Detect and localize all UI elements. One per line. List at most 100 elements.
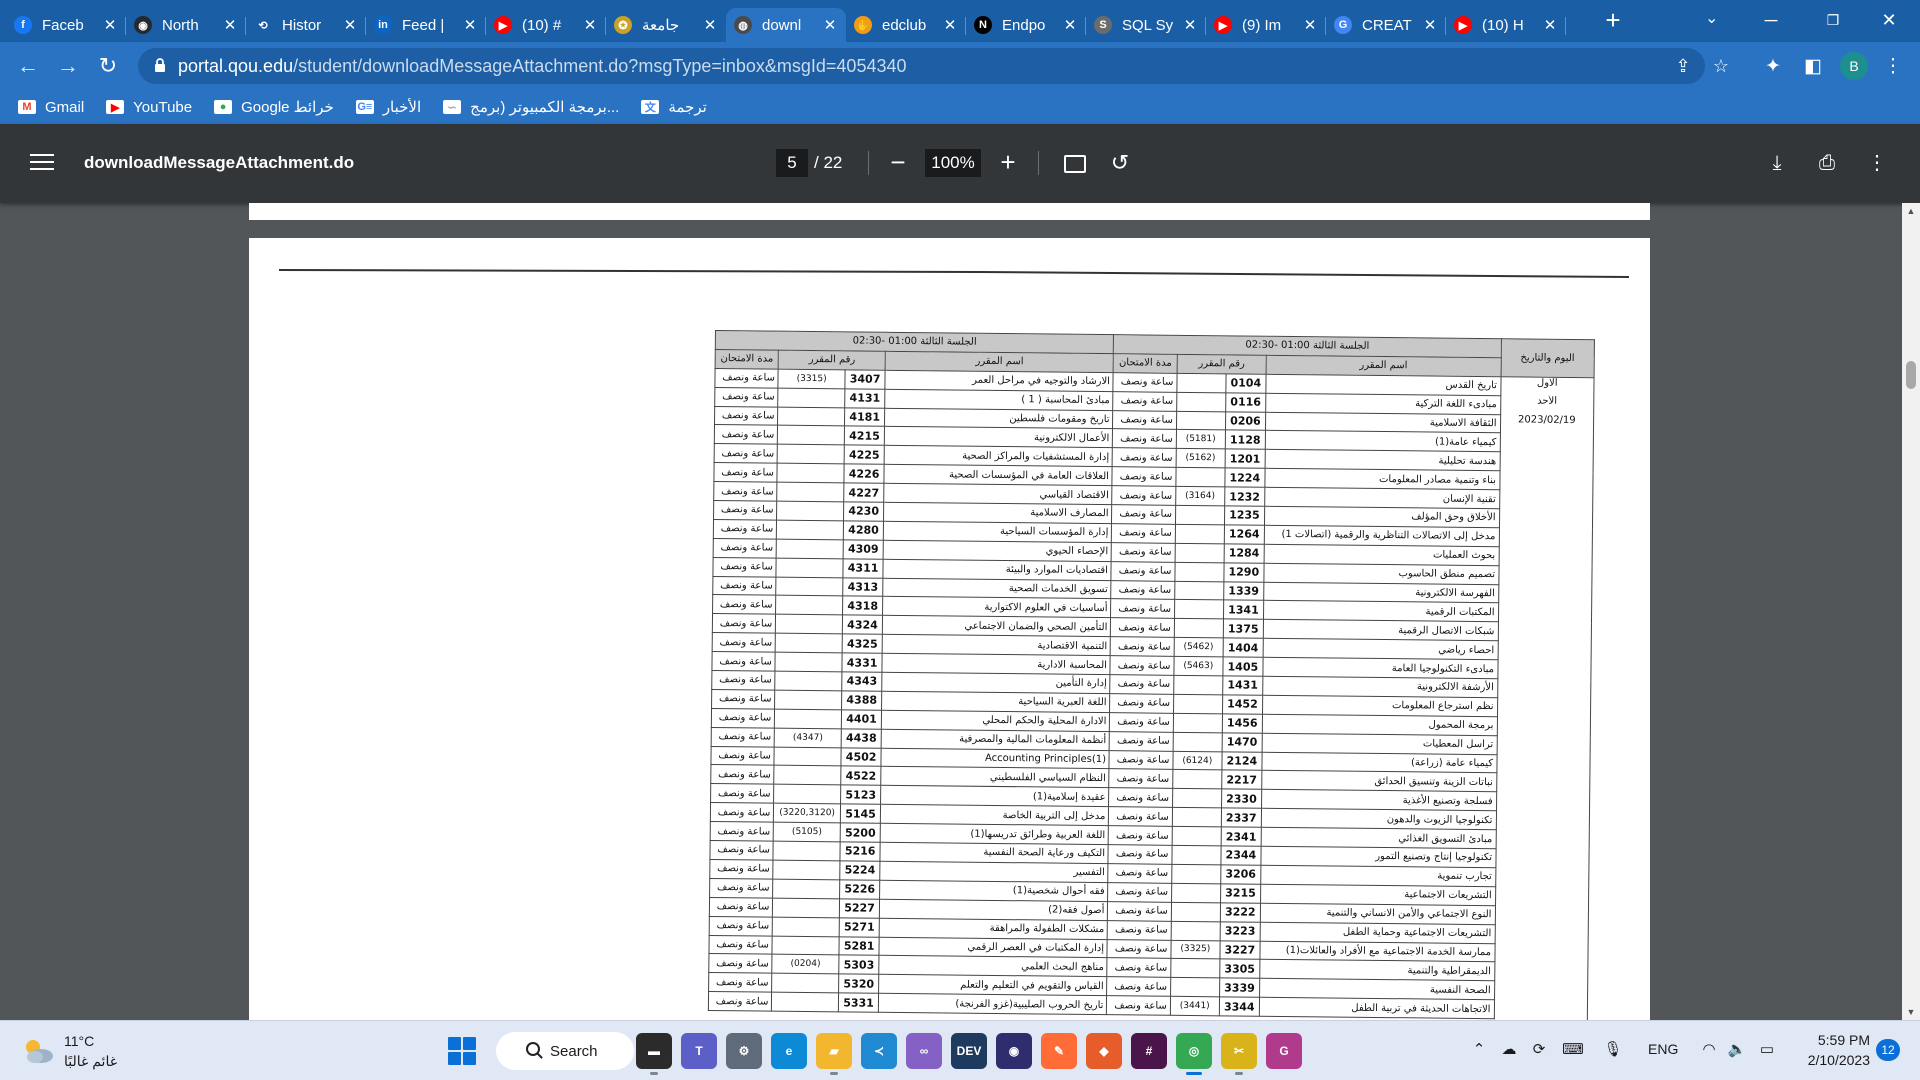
restore-button[interactable]: ❐ <box>1810 4 1856 36</box>
globe-icon: ◍ <box>734 16 752 34</box>
browser-tab[interactable]: ✋ edclub ✕ <box>846 8 966 42</box>
close-tab-icon[interactable]: ✕ <box>1182 16 1198 34</box>
paint-app-icon[interactable]: ✂ <box>1221 1033 1257 1075</box>
close-tab-icon[interactable]: ✕ <box>1302 16 1318 34</box>
browser-tab[interactable]: ◍ downl ✕ <box>726 8 846 42</box>
bookmark-label: YouTube <box>133 98 193 116</box>
bookmark-item[interactable]: ∽ برمجة الكمبيوتر (برمج... <box>443 98 619 116</box>
media-app-icon[interactable]: ◉ <box>996 1033 1032 1069</box>
file-explorer-app-icon[interactable]: ▬ <box>636 1033 672 1075</box>
fit-to-page-icon[interactable] <box>1064 155 1086 173</box>
vscode-app-icon[interactable]: ≺ <box>861 1033 897 1069</box>
close-tab-icon[interactable]: ✕ <box>342 16 358 34</box>
notification-badge[interactable]: 12 <box>1876 1039 1900 1061</box>
sidebar-menu-icon[interactable] <box>30 154 54 172</box>
more-options-icon[interactable]: ⋮ <box>1864 150 1890 176</box>
bookmark-star-icon[interactable]: ☆ <box>1710 55 1732 77</box>
close-tab-icon[interactable]: ✕ <box>822 16 838 34</box>
bookmark-item[interactable]: ▶ YouTube <box>106 99 192 116</box>
zoom-in-button[interactable]: + <box>994 149 1022 177</box>
browser-toolbar: ← → ↻ portal.qou.edu/student/downloadMes… <box>0 42 1920 90</box>
close-tab-icon[interactable]: ✕ <box>1062 16 1078 34</box>
settings-app-icon[interactable]: ⚙ <box>726 1033 762 1069</box>
share-icon[interactable]: ⇪ <box>1672 55 1694 77</box>
show-hidden-icons-icon[interactable]: ⌃ <box>1468 1039 1490 1061</box>
zoom-level-input[interactable]: 100% <box>925 149 981 177</box>
zoom-out-button[interactable]: − <box>884 149 912 177</box>
git-app-icon[interactable]: ◆ <box>1086 1033 1122 1069</box>
forward-button[interactable]: → <box>52 50 84 82</box>
onedrive-icon[interactable]: ☁ <box>1498 1039 1520 1061</box>
visual-studio-app-icon[interactable]: ∞ <box>906 1033 942 1069</box>
course-name: اللغة العبرية السياحية <box>881 691 1111 713</box>
bookmark-item[interactable]: 文 ترجمة <box>641 98 707 116</box>
teams-app-icon[interactable]: T <box>681 1033 717 1069</box>
browser-tab[interactable]: G CREAT ✕ <box>1326 8 1446 42</box>
course-code: 4226 <box>843 464 885 484</box>
windows-start-icon[interactable] <box>448 1037 476 1065</box>
chrome-app-icon[interactable]: ◎ <box>1176 1033 1212 1075</box>
close-tab-icon[interactable]: ✕ <box>102 16 118 34</box>
battery-icon[interactable]: ▭ <box>1756 1039 1778 1061</box>
rotate-icon[interactable]: ↺ <box>1107 150 1133 176</box>
profile-avatar[interactable]: B <box>1840 52 1868 80</box>
weather-cloud-sun-icon[interactable] <box>20 1035 56 1065</box>
clock-time[interactable]: 5:59 PM <box>1798 1032 1870 1048</box>
close-tab-icon[interactable]: ✕ <box>582 16 598 34</box>
browser-tab[interactable]: ◉ North ✕ <box>126 8 246 42</box>
browser-tab[interactable]: ⟲ Histor ✕ <box>246 8 366 42</box>
browser-tab[interactable]: f Faceb ✕ <box>6 8 126 42</box>
taskbar-search[interactable]: Search <box>496 1032 634 1070</box>
address-bar[interactable]: portal.qou.edu/student/downloadMessageAt… <box>138 48 1729 84</box>
course-code: 2337 <box>1221 808 1262 828</box>
minimize-button[interactable]: ─ <box>1748 4 1794 36</box>
back-button[interactable]: ← <box>12 50 44 82</box>
close-tab-icon[interactable]: ✕ <box>462 16 478 34</box>
course-name: أنظمة المعلومات المالية والمصرفية <box>881 728 1110 751</box>
side-panel-icon[interactable]: ◧ <box>1800 54 1826 80</box>
scroll-down-icon[interactable]: ▼ <box>1906 1007 1916 1017</box>
microphone-icon[interactable]: 🎙 <box>1602 1039 1624 1061</box>
download-icon[interactable]: ⤓ <box>1764 150 1790 176</box>
print-icon[interactable]: ⎙ <box>1814 150 1840 176</box>
input-language[interactable]: ENG <box>1648 1041 1678 1057</box>
keyboard-icon[interactable]: ⌨ <box>1562 1039 1584 1061</box>
browser-tab[interactable]: in Feed | ✕ <box>366 8 486 42</box>
bookmark-item[interactable]: M Gmail <box>18 99 84 116</box>
vertical-scrollbar[interactable]: ▲ ▼ <box>1902 203 1920 1020</box>
close-tab-icon[interactable]: ✕ <box>1542 16 1558 34</box>
folder-app-icon[interactable]: ▰ <box>816 1033 852 1075</box>
extensions-icon[interactable]: ✦ <box>1760 54 1786 80</box>
browser-tab[interactable]: ▶ (10) H ✕ <box>1446 8 1566 42</box>
slack-app-icon[interactable]: # <box>1131 1033 1167 1069</box>
close-tab-icon[interactable]: ✕ <box>942 16 958 34</box>
close-tab-icon[interactable]: ✕ <box>222 16 238 34</box>
exam-day-cell <box>1498 527 1593 548</box>
page-number-input[interactable]: 5 <box>776 149 808 177</box>
close-tab-icon[interactable]: ✕ <box>1422 16 1438 34</box>
browser-tab[interactable]: ▶ (9) Im ✕ <box>1206 8 1326 42</box>
browser-menu-icon[interactable]: ⋮ <box>1880 54 1906 80</box>
reload-button[interactable]: ↻ <box>92 50 124 82</box>
browser-tab[interactable]: ✪ جامعة ✕ <box>606 8 726 42</box>
browser-tab[interactable]: S SQL Sy ✕ <box>1086 8 1206 42</box>
sync-icon[interactable]: ⟳ <box>1528 1039 1550 1061</box>
browser-tab[interactable]: ▶ (10) # ✕ <box>486 8 606 42</box>
course-name-header: اسم المقرر <box>885 351 1114 373</box>
new-tab-button[interactable]: + <box>1598 6 1628 36</box>
tab-search-icon[interactable]: ⌄ <box>1705 8 1718 28</box>
pdf-app-icon[interactable]: G <box>1266 1033 1302 1069</box>
scroll-thumb[interactable] <box>1906 361 1916 389</box>
wifi-icon[interactable]: ◠ <box>1698 1039 1720 1061</box>
bookmark-item[interactable]: G≡ الأخبار <box>355 98 421 116</box>
edge-app-icon[interactable]: e <box>771 1033 807 1069</box>
postman-app-icon[interactable]: ✎ <box>1041 1033 1077 1069</box>
close-tab-icon[interactable]: ✕ <box>702 16 718 34</box>
close-window-button[interactable]: ✕ <box>1866 4 1912 36</box>
dev-app-icon[interactable]: DEV <box>951 1033 987 1069</box>
volume-icon[interactable]: 🔈 <box>1726 1039 1748 1061</box>
scroll-up-icon[interactable]: ▲ <box>1906 206 1916 216</box>
clock-date[interactable]: 2/10/2023 <box>1798 1052 1870 1068</box>
bookmark-item[interactable]: ● Google خرائط <box>214 98 334 116</box>
browser-tab[interactable]: N Endpo ✕ <box>966 8 1086 42</box>
